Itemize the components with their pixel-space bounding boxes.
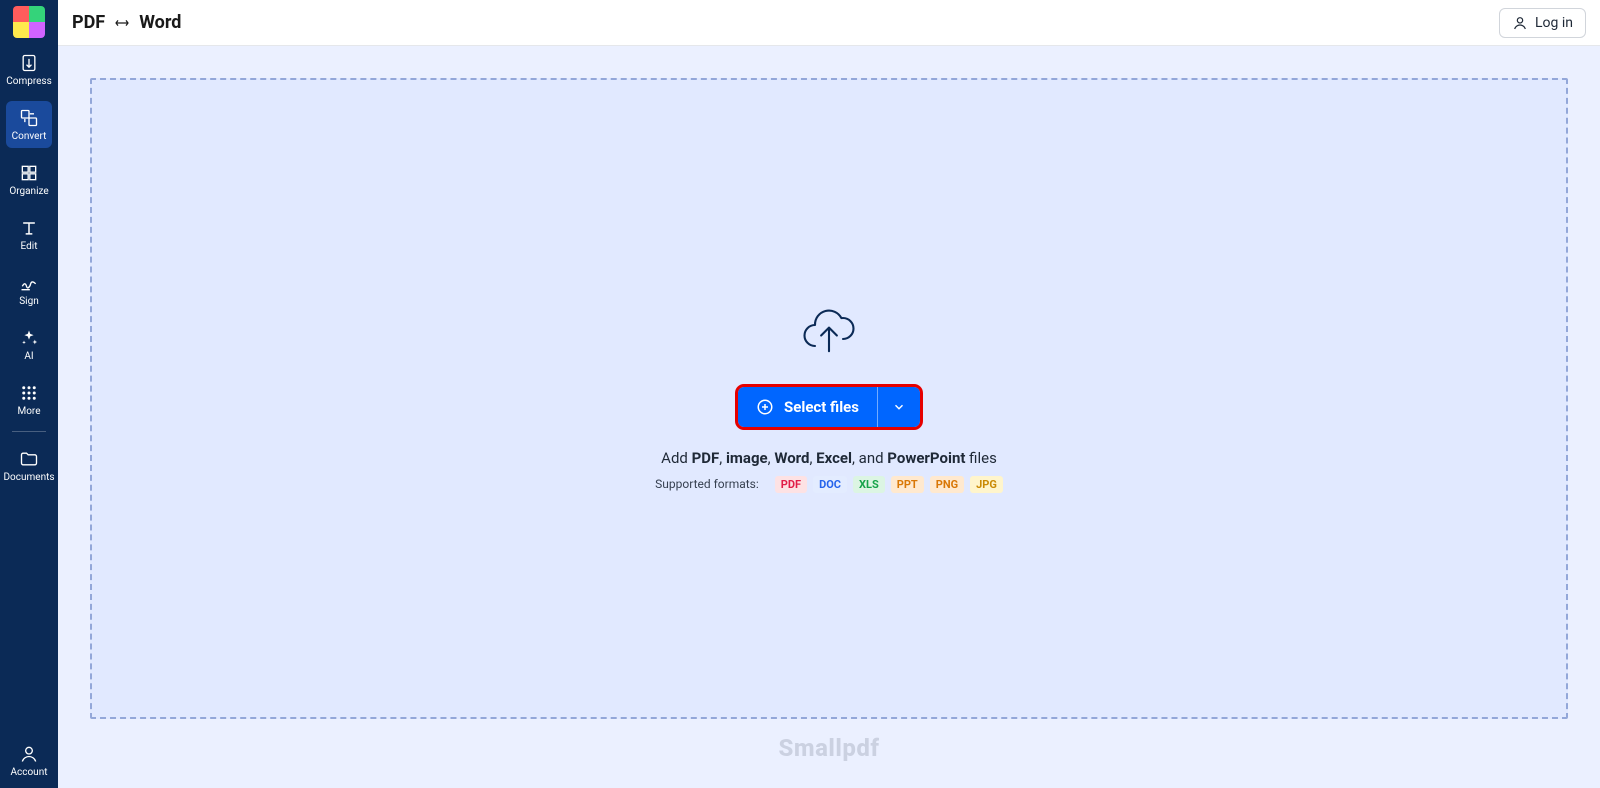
bidirectional-arrow-icon xyxy=(114,18,130,28)
file-dropzone[interactable]: Select files Add PDF, image, Word, Excel… xyxy=(90,78,1568,719)
user-icon xyxy=(1512,15,1528,31)
main: PDF Word Log in xyxy=(58,0,1600,788)
fmt-excel: Excel xyxy=(816,449,852,467)
cloud-upload-icon xyxy=(801,307,857,357)
sidebar-item-compress[interactable]: Compress xyxy=(6,46,52,93)
sidebar-item-label: Sign xyxy=(19,297,39,307)
text-icon xyxy=(18,217,40,239)
sidebar-item-label: Compress xyxy=(6,77,52,87)
header: PDF Word Log in xyxy=(58,0,1600,46)
format-tag-xls: XLS xyxy=(853,476,885,493)
select-files-group: Select files xyxy=(738,387,920,427)
add-hint: Add PDF, image, Word, Excel, and PowerPo… xyxy=(661,449,997,467)
sidebar-item-convert[interactable]: Convert xyxy=(6,101,52,148)
chevron-down-icon xyxy=(892,400,906,414)
sidebar-item-label: Edit xyxy=(21,242,38,252)
sidebar-item-sign[interactable]: Sign xyxy=(6,266,52,313)
select-files-label: Select files xyxy=(784,398,859,416)
login-label: Log in xyxy=(1535,15,1573,31)
sidebar-nav: Compress Convert Organize Edit xyxy=(0,46,58,497)
sidebar-item-label: More xyxy=(17,407,40,417)
sidebar-divider xyxy=(12,431,46,432)
title-from: PDF xyxy=(72,12,105,33)
sidebar-item-ai[interactable]: AI xyxy=(6,321,52,368)
page-title: PDF Word xyxy=(72,12,181,33)
sparkles-icon xyxy=(18,327,40,349)
brand-logo[interactable] xyxy=(13,6,45,38)
login-button[interactable]: Log in xyxy=(1499,8,1586,38)
compress-icon xyxy=(18,52,40,74)
sidebar-item-label: Account xyxy=(10,768,47,778)
plus-circle-icon xyxy=(756,398,774,416)
sidebar-item-edit[interactable]: Edit xyxy=(6,211,52,258)
format-tag-png: PNG xyxy=(930,476,964,493)
sidebar-item-label: AI xyxy=(24,352,33,362)
fmt-word: Word xyxy=(774,449,809,467)
format-tag-ppt: PPT xyxy=(891,476,924,493)
sidebar-item-organize[interactable]: Organize xyxy=(6,156,52,203)
add-prefix: Add xyxy=(661,449,691,467)
convert-icon xyxy=(18,107,40,129)
brand-watermark: Smallpdf xyxy=(58,734,1600,762)
fmt-pdf: PDF xyxy=(692,449,720,467)
supported-formats: Supported formats: PDF DOC XLS PPT PNG JPG xyxy=(655,477,1003,491)
content: Select files Add PDF, image, Word, Excel… xyxy=(58,46,1600,788)
sign-icon xyxy=(18,272,40,294)
sidebar-item-label: Documents xyxy=(3,473,54,483)
format-tag-jpg: JPG xyxy=(970,476,1003,493)
sidebar-item-label: Organize xyxy=(9,187,48,197)
format-tag-doc: DOC xyxy=(813,476,847,493)
folder-icon xyxy=(18,448,40,470)
grid-icon xyxy=(18,382,40,404)
fmt-ppt: PowerPoint xyxy=(887,449,965,467)
sidebar-item-documents[interactable]: Documents xyxy=(6,442,52,489)
format-tag-pdf: PDF xyxy=(775,476,807,493)
organize-icon xyxy=(18,162,40,184)
fmt-image: image xyxy=(726,449,768,467)
select-files-caret[interactable] xyxy=(877,387,920,427)
add-suffix: files xyxy=(965,449,996,467)
title-to: Word xyxy=(139,12,181,33)
sidebar-item-more[interactable]: More xyxy=(6,376,52,423)
select-files-button[interactable]: Select files xyxy=(738,387,877,427)
sidebar-item-account[interactable]: Account xyxy=(0,743,58,778)
supported-label: Supported formats: xyxy=(655,477,759,491)
sidebar: Compress Convert Organize Edit xyxy=(0,0,58,788)
user-icon xyxy=(18,743,40,765)
sidebar-item-label: Convert xyxy=(12,132,47,142)
